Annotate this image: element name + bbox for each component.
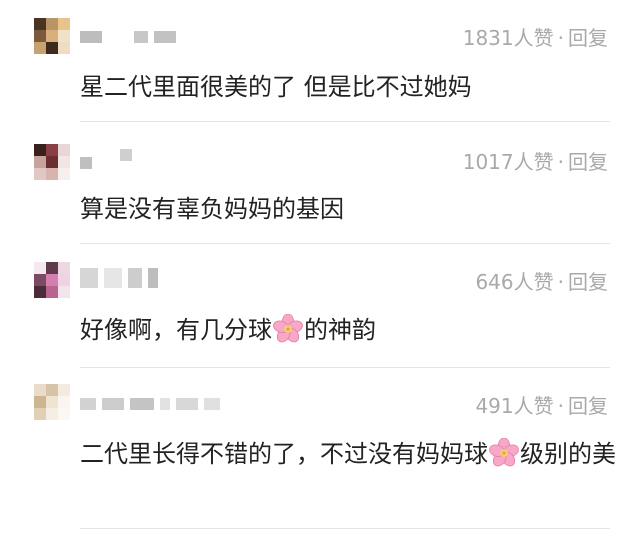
comment-text-part: 级别的美: [520, 440, 616, 468]
like-count[interactable]: 646人赞: [475, 270, 553, 294]
like-count[interactable]: 1831人赞: [463, 26, 554, 50]
comment-item: 1831人赞 · 回复 星二代里面很美的了 但是比不过她妈: [0, 0, 640, 122]
separator: ·: [557, 26, 564, 50]
like-count[interactable]: 1017人赞: [463, 150, 554, 174]
reply-button[interactable]: 回复: [568, 26, 608, 50]
avatar[interactable]: [34, 384, 70, 420]
avatar[interactable]: [34, 144, 70, 180]
comment-text: 二代里长得不错的了，不过没有妈妈球 级别的美: [80, 436, 620, 472]
avatar[interactable]: [34, 18, 70, 54]
reply-button[interactable]: 回复: [568, 394, 608, 418]
comment-text-part: 好像啊，有几分球: [80, 316, 272, 344]
separator: ·: [557, 150, 564, 174]
username-blurred[interactable]: [80, 149, 132, 169]
username-blurred[interactable]: [80, 394, 220, 414]
avatar[interactable]: [34, 262, 70, 298]
separator: ·: [557, 394, 564, 418]
comment-text: 星二代里面很美的了 但是比不过她妈: [80, 73, 472, 101]
comment-text-part: 的神韵: [304, 316, 376, 344]
comment-meta: 1017人赞 · 回复: [463, 146, 608, 175]
username-blurred[interactable]: [80, 268, 158, 288]
separator: ·: [557, 270, 564, 294]
reply-button[interactable]: 回复: [568, 270, 608, 294]
comment-text-part: 二代里长得不错的了，不过没有妈妈球: [80, 440, 488, 468]
comment-item: 1017人赞 · 回复 算是没有辜负妈妈的基因: [0, 122, 640, 244]
comment-meta: 491人赞 · 回复: [475, 390, 608, 419]
comment-item: 491人赞 · 回复 二代里长得不错的了，不过没有妈妈球 级别的美: [0, 368, 640, 535]
like-count[interactable]: 491人赞: [475, 394, 553, 418]
divider: [80, 528, 610, 529]
comment-meta: 1831人赞 · 回复: [463, 22, 608, 51]
comment-item: 646人赞 · 回复 好像啊，有几分球 的神韵: [0, 244, 640, 368]
comment-text: 算是没有辜负妈妈的基因: [80, 195, 344, 223]
reply-button[interactable]: 回复: [568, 150, 608, 174]
cherry-blossom-icon: [273, 314, 303, 343]
username-blurred[interactable]: [80, 27, 176, 47]
cherry-blossom-icon: [489, 438, 519, 467]
comment-text: 好像啊，有几分球 的神韵: [80, 312, 620, 348]
comment-meta: 646人赞 · 回复: [475, 266, 608, 295]
